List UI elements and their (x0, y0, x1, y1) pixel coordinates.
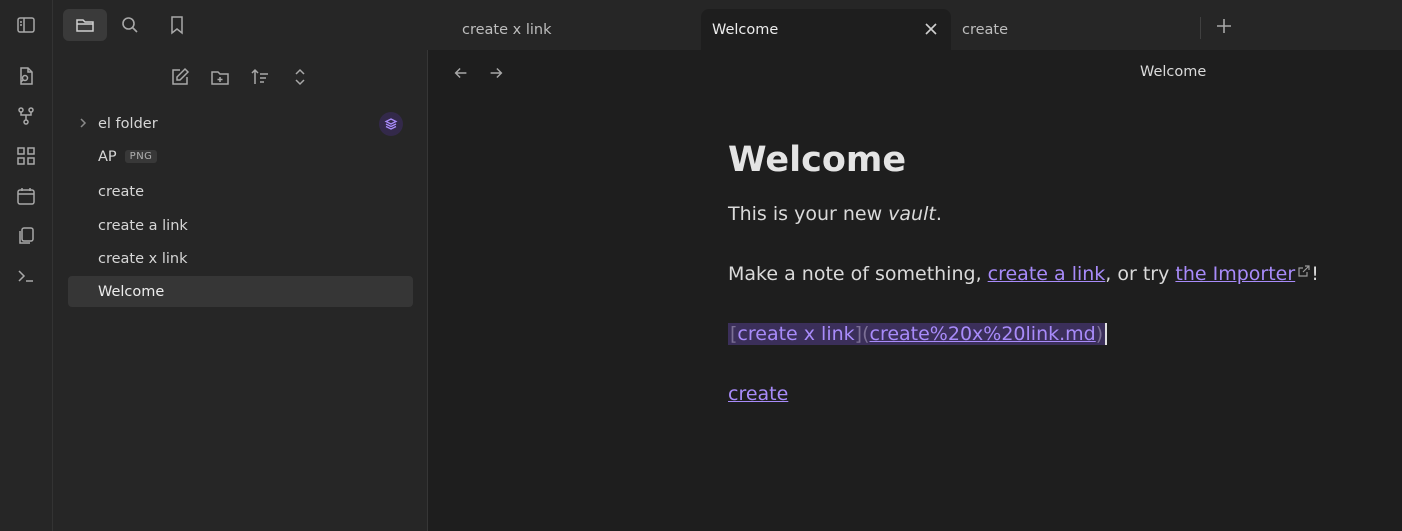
new-folder-icon[interactable] (207, 64, 233, 90)
tree-item-label: el folder (98, 115, 158, 132)
collapse-all-icon[interactable] (287, 64, 313, 90)
file-explorer-actions (53, 64, 427, 90)
tree-folder-el-folder[interactable]: el folder (68, 108, 413, 139)
bookmark-icon[interactable] (155, 9, 199, 41)
tree-item-label: AP (98, 148, 117, 165)
file-explorer: el folder AP PNG create create a link cr… (53, 50, 428, 531)
search-icon[interactable] (108, 9, 152, 41)
external-link-icon (1298, 265, 1310, 277)
tab-label: Welcome (712, 21, 779, 38)
text: , or try (1105, 263, 1176, 285)
templates-icon[interactable] (13, 223, 39, 249)
tree-item-label: create a link (98, 217, 188, 234)
markdown-link-text[interactable]: create x link (737, 323, 854, 345)
tab-welcome[interactable]: Welcome (701, 9, 951, 50)
tab-label: create x link (462, 21, 552, 38)
tab-create-x-link[interactable]: create x link (451, 9, 697, 50)
tree-file-create[interactable]: create (68, 176, 413, 207)
tab-bar: create x link Welcome create (428, 0, 1402, 50)
sort-icon[interactable] (247, 64, 273, 90)
daily-note-icon[interactable] (13, 183, 39, 209)
sidebar-tab-header (53, 0, 428, 50)
selected-markdown-link[interactable]: [create x link](create%20x%20link.md) (728, 323, 1108, 345)
stack-icon[interactable] (379, 112, 403, 136)
text: This is your new (728, 203, 889, 225)
new-note-icon[interactable] (167, 64, 193, 90)
paragraph-raw-markdown-link: [create x link](create%20x%20link.md) (728, 323, 1108, 345)
text: Make a note of something, (728, 263, 988, 285)
paragraph-links: Make a note of something, create a link,… (728, 263, 1319, 285)
new-tab-icon[interactable] (1213, 15, 1235, 37)
back-arrow-icon[interactable] (450, 62, 472, 84)
tree-item-label: create (98, 183, 145, 200)
files-icon[interactable] (63, 9, 107, 41)
canvas-icon[interactable] (13, 143, 39, 169)
command-palette-icon[interactable] (13, 263, 39, 289)
obsidian-app: el folder AP PNG create create a link cr… (0, 0, 1402, 531)
internal-link-create-a-link[interactable]: create a link (988, 263, 1106, 285)
tab-label: create (962, 21, 1009, 38)
left-ribbon (0, 0, 53, 531)
tree-item-label: create x link (98, 250, 188, 267)
view-header: Welcome (428, 50, 1402, 98)
internal-link-create[interactable]: create (728, 383, 788, 405)
sidebar-toggle-icon[interactable] (13, 12, 39, 38)
forward-arrow-icon[interactable] (485, 62, 507, 84)
view-title[interactable]: Welcome (1140, 64, 1206, 80)
tab-divider (1200, 17, 1201, 39)
tree-file-create-x-link[interactable]: create x link (68, 243, 413, 274)
note-heading: Welcome (728, 140, 907, 180)
paragraph-vault: This is your new vault. (728, 203, 942, 225)
text: ! (1311, 263, 1319, 285)
text: . (935, 203, 942, 225)
markdown-link-target[interactable]: create%20x%20link.md (870, 323, 1096, 345)
open-quick-switcher-icon[interactable] (13, 63, 39, 89)
file-type-badge: PNG (124, 150, 158, 163)
external-link-importer[interactable]: the Importer (1175, 263, 1295, 285)
tree-item-label: Welcome (98, 283, 165, 300)
graph-view-icon[interactable] (13, 103, 39, 129)
tree-file-welcome[interactable]: Welcome (68, 276, 413, 307)
tab-create[interactable]: create (951, 9, 1197, 50)
tree-file-create-a-link[interactable]: create a link (68, 210, 413, 241)
tree-file-ap[interactable]: AP PNG (68, 141, 413, 172)
paragraph-create-link: create (728, 383, 788, 405)
emphasis-text: vault (888, 203, 936, 225)
chevron-right-icon (80, 118, 87, 128)
close-icon[interactable] (923, 21, 939, 37)
